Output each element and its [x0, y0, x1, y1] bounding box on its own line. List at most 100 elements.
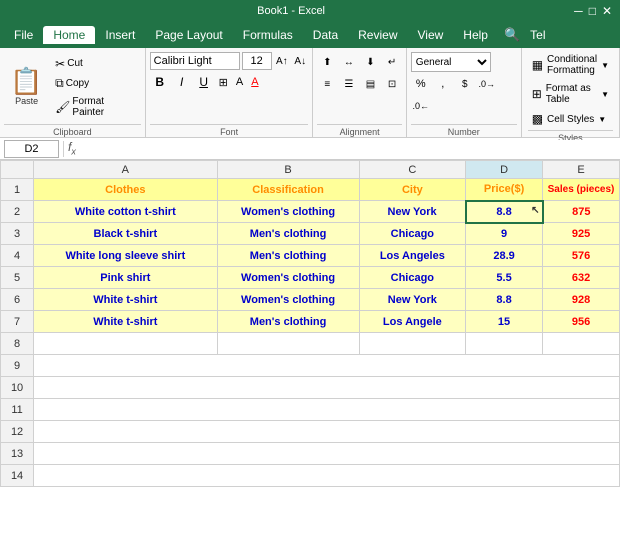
italic-button[interactable]: I [172, 72, 192, 92]
row-header-12[interactable]: 12 [1, 421, 34, 443]
left-border-btn[interactable]: ⊞ [216, 75, 231, 90]
cell-a8[interactable] [34, 333, 217, 355]
cell-b8[interactable] [217, 333, 359, 355]
cell-b6[interactable]: Women's clothing [217, 289, 359, 311]
percent-btn[interactable]: % [411, 74, 431, 94]
row-header-8[interactable]: 8 [1, 333, 34, 355]
cell-a2[interactable]: White cotton t-shirt [34, 201, 217, 223]
cell-b2[interactable]: Women's clothing [217, 201, 359, 223]
row-header-14[interactable]: 14 [1, 465, 34, 487]
search-icon[interactable]: 🔍 [498, 25, 526, 45]
fill-color-btn[interactable]: A [233, 75, 246, 89]
cell-e1[interactable]: Sales (pieces) [543, 179, 620, 201]
cut-button[interactable]: ✂ Cut [51, 55, 140, 73]
menu-tell[interactable]: Tel [526, 26, 549, 44]
format-as-table-btn[interactable]: ⊞ Format as Table ▼ [528, 81, 613, 107]
cell-e7[interactable]: 956 [543, 311, 620, 333]
increase-decimal-btn[interactable]: .0→ [477, 74, 497, 94]
cell-e6[interactable]: 928 [543, 289, 620, 311]
currency-btn[interactable]: $ [455, 74, 475, 94]
menu-formulas[interactable]: Formulas [233, 26, 303, 44]
cell-d8[interactable] [466, 333, 543, 355]
cell-a4[interactable]: White long sleeve shirt [34, 245, 217, 267]
row-header-1[interactable]: 1 [1, 179, 34, 201]
cell-d5[interactable]: 5.5 [466, 267, 543, 289]
minimize-btn[interactable]: ─ [574, 4, 583, 18]
col-header-c[interactable]: C [359, 161, 466, 179]
cell-a7[interactable]: White t-shirt [34, 311, 217, 333]
cell-c1[interactable]: City [359, 179, 466, 201]
cell-c2[interactable]: New York [359, 201, 466, 223]
cell-styles-btn[interactable]: ▩ Cell Styles ▼ [528, 110, 613, 128]
font-color-btn[interactable]: A [248, 75, 261, 89]
align-top-btn[interactable]: ⬆ [317, 52, 337, 72]
cell-d1[interactable]: Price($) [466, 179, 543, 201]
row-header-3[interactable]: 3 [1, 223, 34, 245]
cell-e8[interactable] [543, 333, 620, 355]
font-name-input[interactable] [150, 52, 240, 70]
row-header-6[interactable]: 6 [1, 289, 34, 311]
align-right-btn[interactable]: ▤ [361, 74, 381, 94]
maximize-btn[interactable]: □ [589, 4, 596, 18]
cell-b7[interactable]: Men's clothing [217, 311, 359, 333]
menu-home[interactable]: Home [43, 26, 95, 44]
align-center-btn[interactable]: ☰ [339, 74, 359, 94]
bold-button[interactable]: B [150, 72, 170, 92]
col-header-b[interactable]: B [217, 161, 359, 179]
row-header-13[interactable]: 13 [1, 443, 34, 465]
cell-a6[interactable]: White t-shirt [34, 289, 217, 311]
row-header-4[interactable]: 4 [1, 245, 34, 267]
cell-e4[interactable]: 576 [543, 245, 620, 267]
cell-d7[interactable]: 15 [466, 311, 543, 333]
cell-c8[interactable] [359, 333, 466, 355]
cell-b4[interactable]: Men's clothing [217, 245, 359, 267]
menu-file[interactable]: File [4, 26, 43, 44]
cell-a5[interactable]: Pink shirt [34, 267, 217, 289]
cell-c5[interactable]: Chicago [359, 267, 466, 289]
conditional-formatting-btn[interactable]: ▦ Conditional Formatting ▼ [528, 52, 613, 78]
align-bottom-btn[interactable]: ⬇ [361, 52, 381, 72]
increase-font-btn[interactable]: A↑ [274, 52, 290, 70]
cell-a1[interactable]: Clothes [34, 179, 217, 201]
row-header-10[interactable]: 10 [1, 377, 34, 399]
align-left-btn[interactable]: ≡ [317, 74, 337, 94]
cell-d3[interactable]: 9 [466, 223, 543, 245]
cell-c6[interactable]: New York [359, 289, 466, 311]
cell-b1[interactable]: Classification [217, 179, 359, 201]
copy-button[interactable]: ⧉ Copy [51, 74, 140, 93]
number-format-select[interactable]: General [411, 52, 491, 72]
row-header-5[interactable]: 5 [1, 267, 34, 289]
merge-btn[interactable]: ⊡ [382, 74, 402, 94]
row-header-2[interactable]: 2 [1, 201, 34, 223]
menu-review[interactable]: Review [348, 26, 407, 44]
decrease-decimal-btn[interactable]: .0← [411, 96, 431, 116]
menu-insert[interactable]: Insert [95, 26, 145, 44]
align-mid-btn[interactable]: ↔ [339, 52, 359, 72]
cell-e3[interactable]: 925 [543, 223, 620, 245]
menu-help[interactable]: Help [453, 26, 498, 44]
cell-c3[interactable]: Chicago [359, 223, 466, 245]
comma-btn[interactable]: , [433, 74, 453, 94]
menu-data[interactable]: Data [303, 26, 348, 44]
name-box[interactable] [4, 140, 59, 158]
cell-d6[interactable]: 8.8 [466, 289, 543, 311]
menu-view[interactable]: View [408, 26, 454, 44]
wrap-text-btn[interactable]: ↵ [382, 52, 402, 72]
cell-e2[interactable]: 875 [543, 201, 620, 223]
format-painter-button[interactable]: 🖌 Format Painter [51, 94, 140, 120]
col-header-a[interactable]: A [34, 161, 217, 179]
row-header-11[interactable]: 11 [1, 399, 34, 421]
cell-a3[interactable]: Black t-shirt [34, 223, 217, 245]
cell-b3[interactable]: Men's clothing [217, 223, 359, 245]
cell-b5[interactable]: Women's clothing [217, 267, 359, 289]
col-header-d[interactable]: D [466, 161, 543, 179]
col-header-e[interactable]: E [543, 161, 620, 179]
cell-c7[interactable]: Los Angele [359, 311, 466, 333]
cell-e5[interactable]: 632 [543, 267, 620, 289]
formula-input[interactable] [80, 140, 616, 158]
decrease-font-btn[interactable]: A↓ [292, 52, 308, 70]
cell-d2[interactable]: 8.8↖ [466, 201, 543, 223]
underline-button[interactable]: U [194, 72, 214, 92]
close-btn[interactable]: ✕ [602, 4, 612, 18]
row-header-7[interactable]: 7 [1, 311, 34, 333]
